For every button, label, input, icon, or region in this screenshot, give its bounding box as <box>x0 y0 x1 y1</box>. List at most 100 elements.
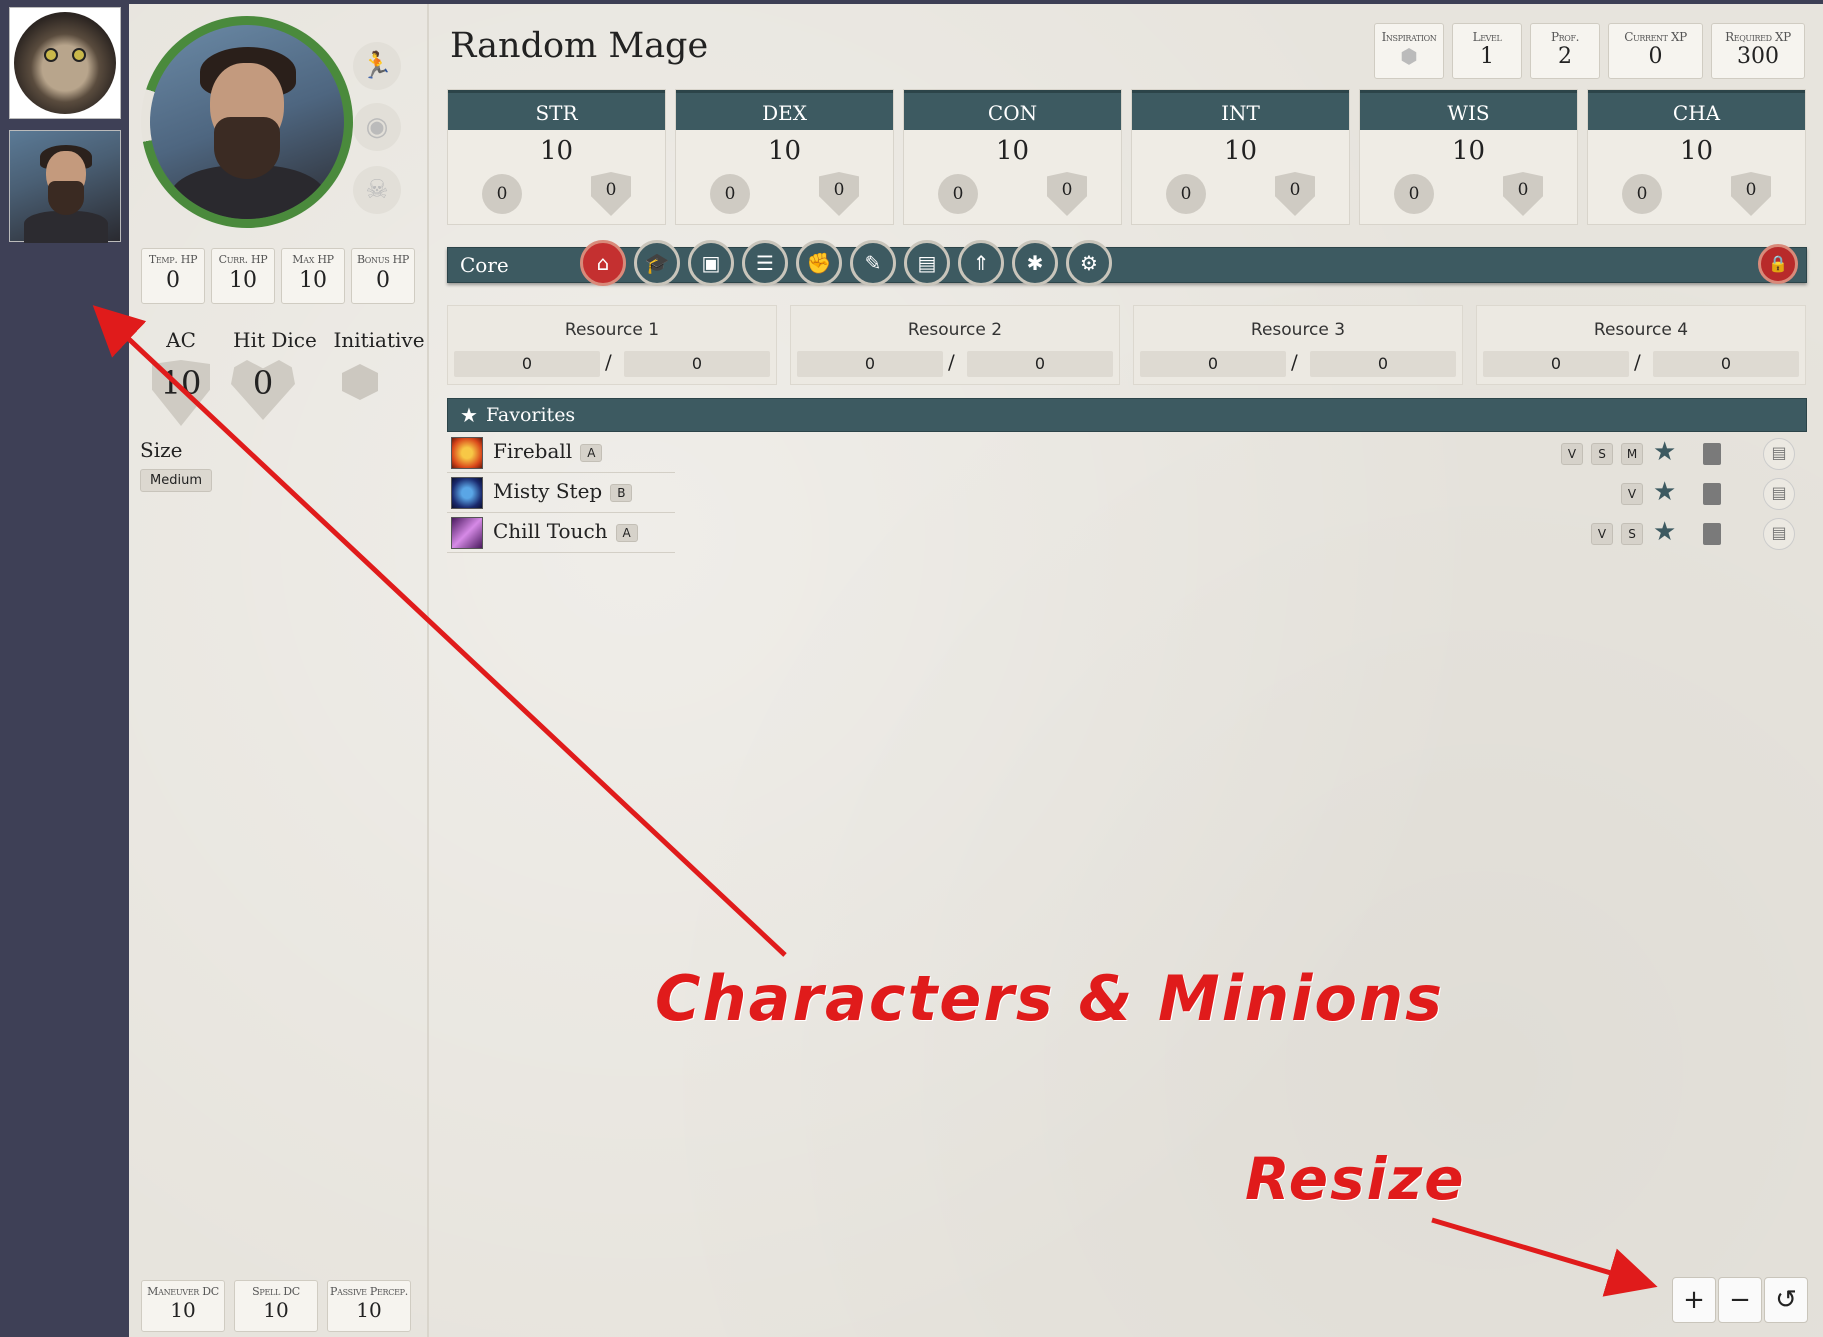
tab-core-home[interactable]: ⌂ <box>580 240 626 286</box>
ability-save[interactable]: 0 <box>1503 172 1543 216</box>
ability-modifier[interactable]: 0 <box>938 174 978 214</box>
description-icon[interactable]: ▤ <box>1763 478 1795 510</box>
tab-inventory[interactable]: ▣ <box>688 240 734 286</box>
ability-name: STR <box>448 90 665 130</box>
bonus-hp-box[interactable]: Bonus HP 0 <box>351 248 415 304</box>
ability-wis[interactable]: WIS 10 0 0 <box>1359 89 1578 225</box>
favorite-row-misty-step[interactable]: Misty Step B V ★ ▤ <box>447 473 1807 513</box>
current-xp-value[interactable]: 0 <box>1609 44 1702 69</box>
temp-hp-value[interactable]: 0 <box>142 268 204 293</box>
ability-save[interactable]: 0 <box>1047 172 1087 216</box>
character-name[interactable]: Random Mage <box>450 26 708 66</box>
favorite-name-text[interactable]: Chill Touch <box>493 519 608 543</box>
tab-features[interactable]: 🎓 <box>634 240 680 286</box>
zoom-out-button[interactable]: − <box>1718 1277 1762 1323</box>
running-icon[interactable]: 🏃 <box>353 42 401 90</box>
ac-value[interactable]: 10 <box>157 364 205 402</box>
temp-hp-box[interactable]: Temp. HP 0 <box>141 248 205 304</box>
tab-advancement[interactable]: ⇑ <box>958 240 1004 286</box>
resource-max[interactable]: 0 <box>624 351 770 377</box>
favorite-name[interactable]: Misty Step B <box>493 479 633 503</box>
favorite-star-icon[interactable]: ★ <box>1653 517 1676 547</box>
tab-actions[interactable]: ✊ <box>796 240 842 286</box>
skull-crossbones-icon[interactable]: ☠ <box>353 166 401 214</box>
resource-max[interactable]: 0 <box>967 351 1113 377</box>
tab-spells[interactable]: ✎ <box>850 240 896 286</box>
ability-modifier[interactable]: 0 <box>1622 174 1662 214</box>
favorite-name-text[interactable]: Fireball <box>493 439 572 463</box>
ability-name: CON <box>904 90 1121 130</box>
resource-current[interactable]: 0 <box>1140 351 1286 377</box>
character-thumbnail-mage[interactable] <box>9 130 121 243</box>
size-value[interactable]: Medium <box>140 469 212 492</box>
character-portrait[interactable] <box>150 25 344 219</box>
spellbook-icon[interactable] <box>1703 483 1721 505</box>
ability-int[interactable]: INT 10 0 0 <box>1131 89 1350 225</box>
hit-dice-value[interactable]: 0 <box>231 364 295 402</box>
resource-name[interactable]: Resource 1 <box>448 320 776 340</box>
zoom-in-button[interactable]: + <box>1672 1277 1716 1323</box>
level-badge[interactable]: Level 1 <box>1452 23 1522 79</box>
ability-score[interactable]: 10 <box>448 136 665 166</box>
favorite-star-icon[interactable]: ★ <box>1653 437 1676 467</box>
ability-con[interactable]: CON 10 0 0 <box>903 89 1122 225</box>
description-icon[interactable]: ▤ <box>1763 438 1795 470</box>
resource-name[interactable]: Resource 2 <box>791 320 1119 340</box>
ability-modifier[interactable]: 0 <box>1166 174 1206 214</box>
hp-ring <box>141 16 353 228</box>
spell-dc-value: 10 <box>263 1298 289 1322</box>
ability-str[interactable]: STR 10 0 0 <box>447 89 666 225</box>
tab-effects[interactable]: ✱ <box>1012 240 1058 286</box>
d20-initiative-icon[interactable] <box>342 364 378 400</box>
ability-dex[interactable]: DEX 10 0 0 <box>675 89 894 225</box>
tab-notes[interactable]: ▤ <box>904 240 950 286</box>
resource-current[interactable]: 0 <box>1483 351 1629 377</box>
brain-icon[interactable]: ◉ <box>353 103 401 151</box>
ability-modifier[interactable]: 0 <box>482 174 522 214</box>
resource-current[interactable]: 0 <box>454 351 600 377</box>
ability-score[interactable]: 10 <box>676 136 893 166</box>
ability-score[interactable]: 10 <box>904 136 1121 166</box>
favorite-name[interactable]: Fireball A <box>493 439 603 463</box>
spellbook-icon[interactable] <box>1703 443 1721 465</box>
tab-list[interactable]: ☰ <box>742 240 788 286</box>
inspiration-badge[interactable]: Inspiration ⬢ <box>1374 23 1444 79</box>
current-hp-value[interactable]: 10 <box>212 268 274 293</box>
ability-modifier[interactable]: 0 <box>710 174 750 214</box>
current-xp-badge[interactable]: Current XP 0 <box>1608 23 1703 79</box>
ability-score[interactable]: 10 <box>1360 136 1577 166</box>
favorite-row-chill-touch[interactable]: Chill Touch A V S ★ ▤ <box>447 513 1807 553</box>
tab-settings[interactable]: ⚙ <box>1066 240 1112 286</box>
ability-cha[interactable]: CHA 10 0 0 <box>1587 89 1806 225</box>
lock-button[interactable]: 🔒 <box>1758 244 1798 284</box>
resource-name[interactable]: Resource 3 <box>1134 320 1462 340</box>
resource-name[interactable]: Resource 4 <box>1477 320 1805 340</box>
ability-save[interactable]: 0 <box>591 172 631 216</box>
character-thumbnail-cat[interactable] <box>9 7 121 119</box>
favorite-name[interactable]: Chill Touch A <box>493 519 638 543</box>
current-hp-box[interactable]: Curr. HP 10 <box>211 248 275 304</box>
reset-size-button[interactable]: ↺ <box>1764 1277 1808 1323</box>
tabbar-title: Core <box>460 253 509 277</box>
favorite-name-text[interactable]: Misty Step <box>493 479 602 503</box>
description-icon[interactable]: ▤ <box>1763 518 1795 550</box>
ability-save[interactable]: 0 <box>1731 172 1771 216</box>
resize-annotation: Resize <box>1245 1145 1466 1213</box>
resource-max[interactable]: 0 <box>1653 351 1799 377</box>
ability-save[interactable]: 0 <box>819 172 859 216</box>
max-hp-box[interactable]: Max HP 10 <box>281 248 345 304</box>
spellbook-icon[interactable] <box>1703 523 1721 545</box>
ability-modifier[interactable]: 0 <box>1394 174 1434 214</box>
ability-save[interactable]: 0 <box>1275 172 1315 216</box>
resource-max[interactable]: 0 <box>1310 351 1456 377</box>
max-hp-value[interactable]: 10 <box>282 268 344 293</box>
bonus-hp-value[interactable]: 0 <box>352 268 414 293</box>
favorites-header: ★ Favorites <box>447 398 1807 432</box>
ability-score[interactable]: 10 <box>1588 136 1805 166</box>
favorite-star-icon[interactable]: ★ <box>1653 477 1676 507</box>
level-label: Level <box>1472 30 1502 44</box>
favorite-row-fireball[interactable]: Fireball A V S M ★ ▤ <box>447 433 1807 473</box>
ability-name: WIS <box>1360 90 1577 130</box>
resource-current[interactable]: 0 <box>797 351 943 377</box>
ability-score[interactable]: 10 <box>1132 136 1349 166</box>
